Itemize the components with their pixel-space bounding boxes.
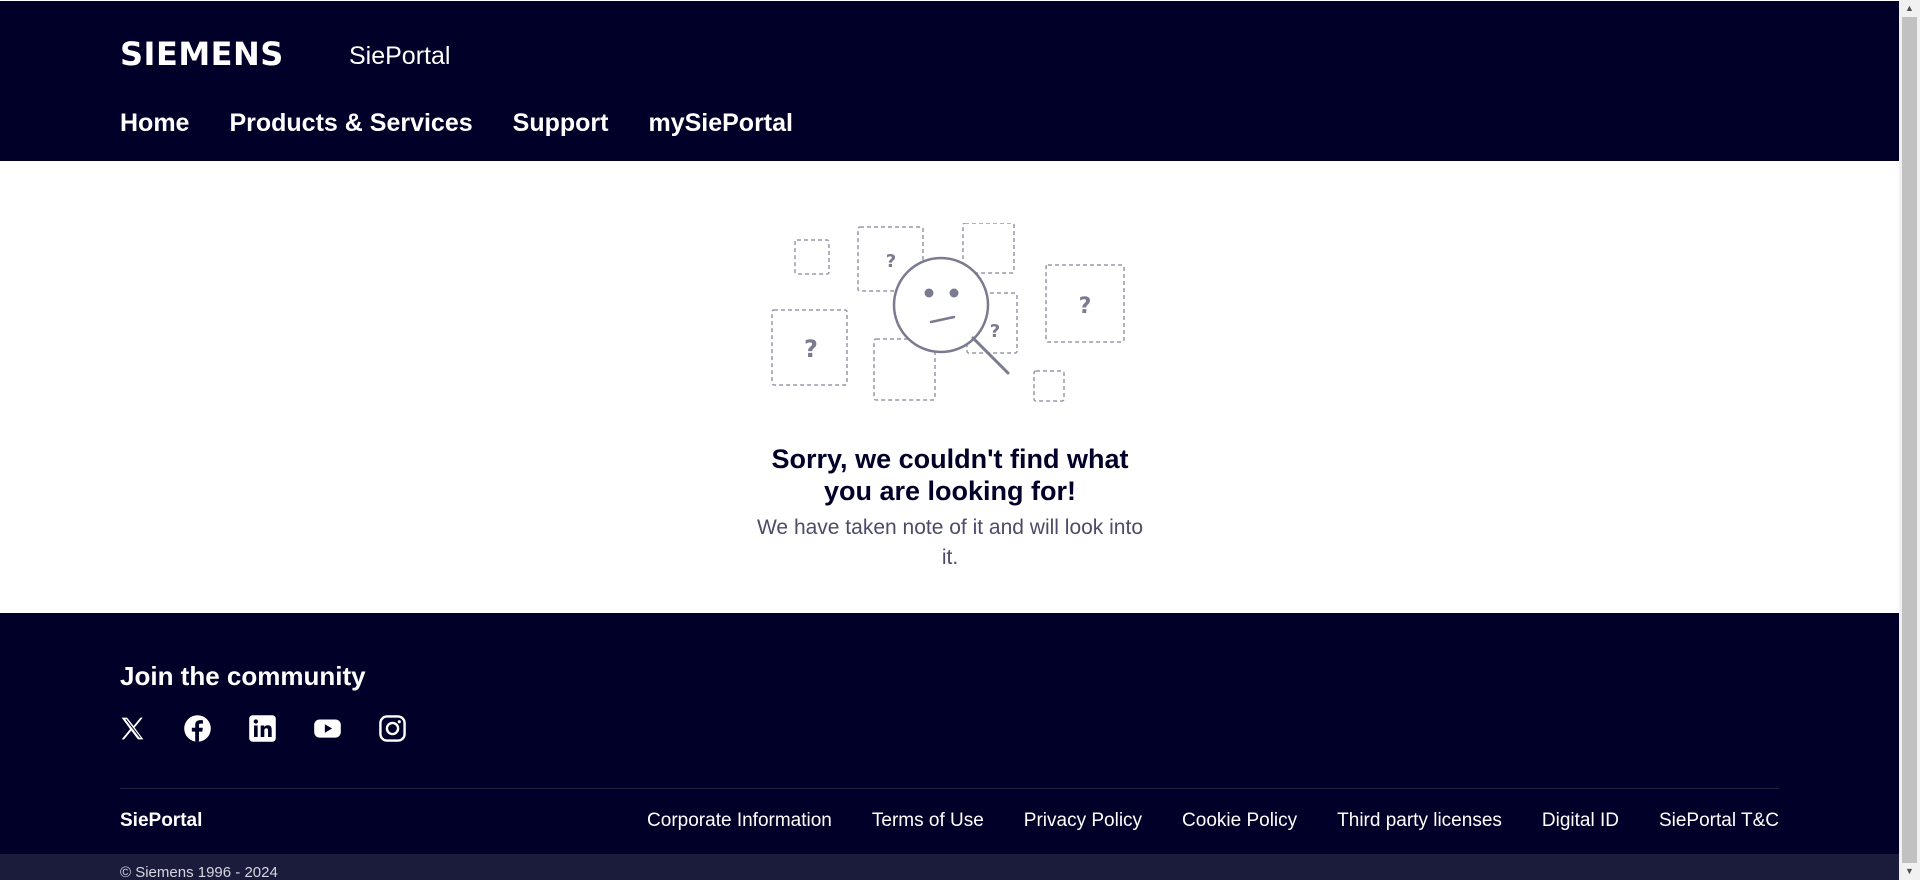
nav-products-services[interactable]: Products & Services [229,109,472,138]
siemens-logo[interactable]: SIEMENS [120,35,284,73]
nav-support[interactable]: Support [513,109,609,138]
footer-link-privacy-policy[interactable]: Privacy Policy [1024,810,1142,832]
question-mark: ? [886,251,896,272]
scrollbar-thumb[interactable] [1902,17,1917,863]
page: SIEMENS SiePortal Home Products & Servic… [0,0,1920,880]
scroll-down-arrow-icon[interactable]: ▼ [1899,863,1920,880]
community-title: Join the community [120,661,366,691]
nav-home[interactable]: Home [120,109,189,138]
main-column: SIEMENS SiePortal Home Products & Servic… [0,0,1899,880]
not-found-illustration: ? ? ? ? [771,223,1125,402]
copyright-text: © Siemens 1996 - 2024 [120,864,278,880]
footer-divider [120,788,1779,789]
instagram-icon[interactable] [378,714,407,743]
placeholder-box [962,223,1015,274]
error-message: We have taken note of it and will look i… [756,516,1143,569]
footer-link-sieportal-tc[interactable]: SiePortal T&C [1659,810,1779,832]
error-title: Sorry, we couldn't find what you are loo… [771,444,1129,506]
footer-brand: SiePortal [120,810,203,831]
social-links [118,714,407,743]
footer-link-digital-id[interactable]: Digital ID [1542,810,1619,832]
footer-link-terms-of-use[interactable]: Terms of Use [872,810,984,832]
nav-mysieportal[interactable]: mySiePortal [648,109,793,138]
site-footer: Join the community SiePortal Corporate I… [0,613,1899,854]
app-name[interactable]: SiePortal [349,42,450,71]
x-icon[interactable] [118,714,147,743]
footer-link-corporate-information[interactable]: Corporate Information [647,810,832,832]
youtube-icon[interactable] [313,714,342,743]
placeholder-box [1033,370,1065,402]
question-mark: ? [1079,294,1092,319]
magnifier-confused-face-icon [892,256,1010,375]
footer-links: Corporate Information Terms of Use Priva… [647,810,1779,832]
question-mark: ? [990,321,1000,342]
copyright-bar: © Siemens 1996 - 2024 [0,854,1899,880]
main-nav: Home Products & Services Support mySiePo… [120,109,793,138]
vertical-scrollbar[interactable]: ▲ ▼ [1899,0,1920,880]
footer-link-cookie-policy[interactable]: Cookie Policy [1182,810,1297,832]
question-mark: ? [804,335,818,363]
linkedin-icon[interactable] [248,714,277,743]
facebook-icon[interactable] [183,714,212,743]
content-area: ? ? ? ? Sorry, we couldn't find what you… [0,161,1899,613]
scroll-up-arrow-icon[interactable]: ▲ [1899,0,1920,17]
footer-link-third-party-licenses[interactable]: Third party licenses [1337,810,1502,832]
placeholder-box [794,239,830,275]
site-header: SIEMENS SiePortal Home Products & Servic… [0,1,1899,161]
